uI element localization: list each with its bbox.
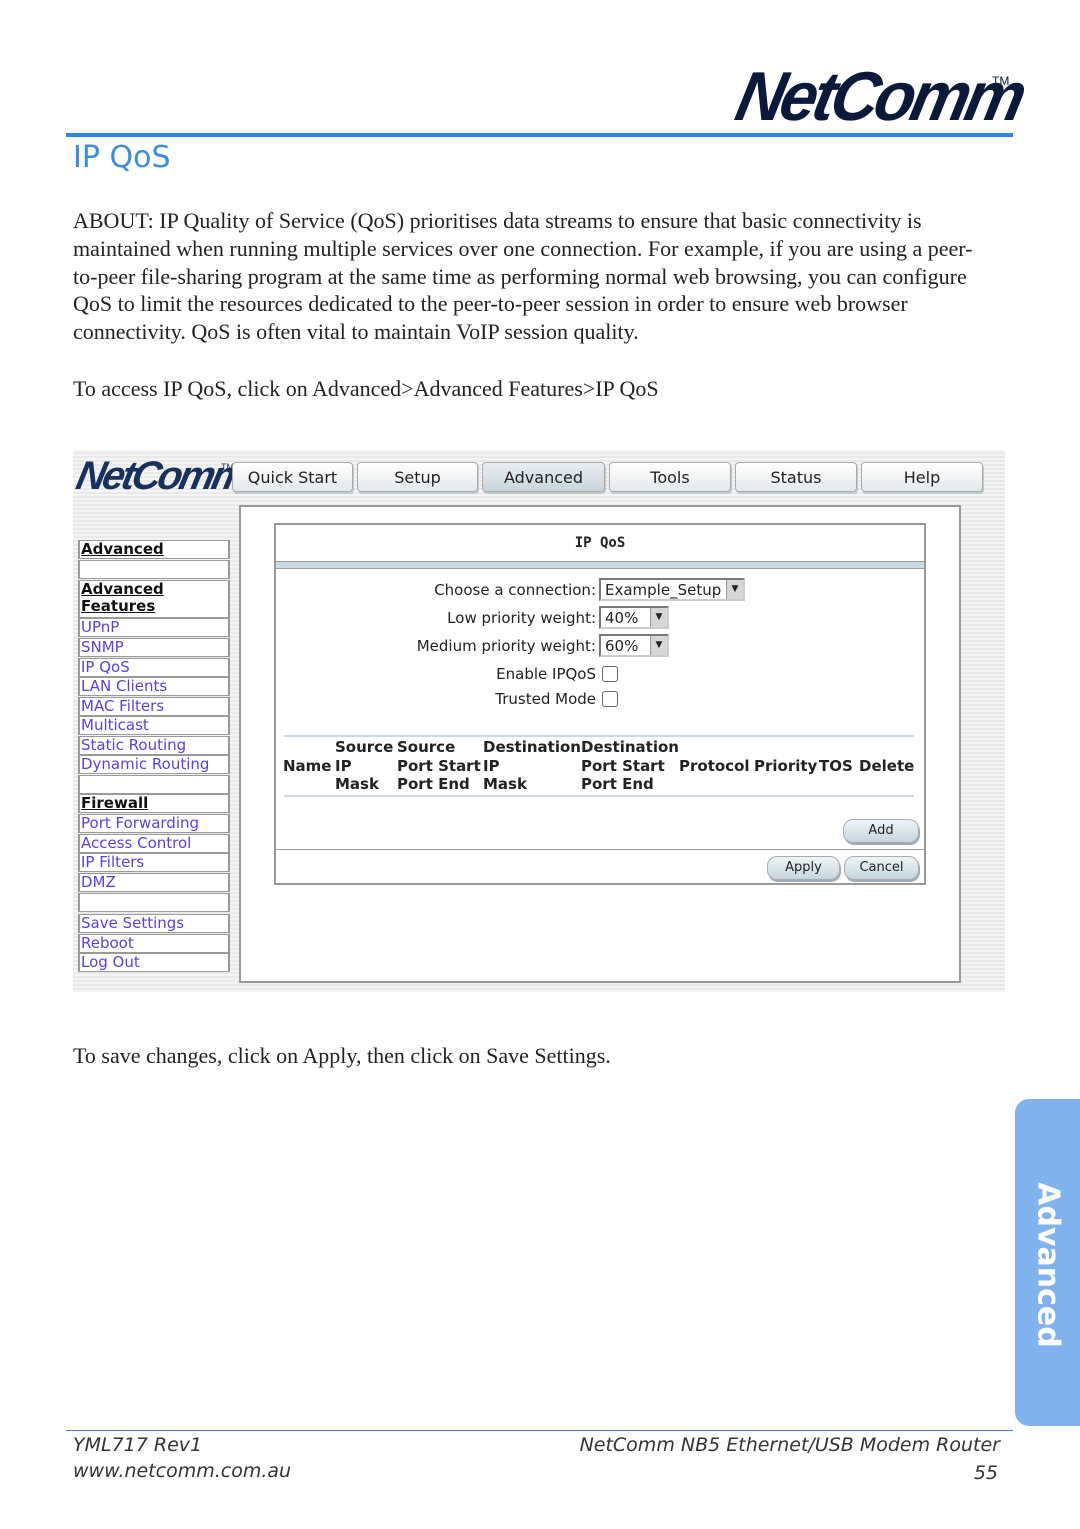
col-label: Mask <box>335 775 379 793</box>
sidebar-item-mac-filters[interactable]: MAC Filters <box>78 697 230 716</box>
header-rule <box>66 133 1013 137</box>
tab-tools[interactable]: Tools <box>609 462 731 492</box>
cancel-button[interactable]: Cancel <box>844 856 919 880</box>
add-button[interactable]: Add <box>843 819 919 843</box>
col-destination-port: Destination Port Start Port End <box>581 738 679 794</box>
col-label: Port End <box>581 775 654 793</box>
save-instructions: To save changes, click on Apply, then cl… <box>73 1043 611 1068</box>
footer-website: www.netcomm.com.au <box>73 1460 292 1482</box>
connection-value: Example_Setup <box>605 581 722 599</box>
sidebar-item-reboot[interactable]: Reboot <box>78 934 230 953</box>
sidebar-heading-firewall[interactable]: Firewall <box>78 794 230 813</box>
col-label: IP <box>483 756 500 775</box>
enable-ipqos-checkbox[interactable] <box>602 666 618 682</box>
sidebar-item-ip-qos[interactable]: IP QoS <box>78 658 230 677</box>
chevron-down-icon: ▼ <box>650 608 667 627</box>
footer-page-number: 55 <box>973 1462 998 1484</box>
sidebar-item-upnp[interactable]: UPnP <box>78 618 230 637</box>
sidebar-item-dmz[interactable]: DMZ <box>78 873 230 892</box>
trademark: TM <box>992 74 1010 88</box>
col-delete: Delete <box>859 757 915 775</box>
divider <box>284 795 914 797</box>
col-label: Mask <box>483 775 527 793</box>
low-priority-value: 40% <box>605 609 639 627</box>
connection-select[interactable]: Example_Setup ▼ <box>599 578 745 601</box>
access-instructions: To access IP QoS, click on Advanced>Adva… <box>73 376 659 401</box>
sidebar-item-ip-filters[interactable]: IP Filters <box>78 853 230 872</box>
sidebar-heading-advanced[interactable]: Advanced <box>78 540 230 559</box>
col-label: Port Start <box>397 756 481 775</box>
router-ui-screenshot: NetComm TM Quick Start Setup Advanced To… <box>72 450 1005 992</box>
col-priority: Priority <box>754 757 818 775</box>
router-logo: NetComm <box>72 454 250 498</box>
sidebar-item-snmp[interactable]: SNMP <box>78 638 230 657</box>
sidebar-item-access-control[interactable]: Access Control <box>78 834 230 853</box>
sidebar-spacer <box>78 893 230 912</box>
sidebar-item-dynamic-routing[interactable]: Dynamic Routing <box>78 755 230 774</box>
medium-priority-value: 60% <box>605 637 639 655</box>
tab-setup[interactable]: Setup <box>357 462 478 492</box>
tab-advanced[interactable]: Advanced <box>482 462 605 492</box>
low-priority-label: Low priority weight: <box>447 609 596 627</box>
footer-doc-id: YML717 Rev1 <box>73 1434 203 1456</box>
divider <box>276 849 924 850</box>
sidebar-item-save-settings[interactable]: Save Settings <box>78 914 230 933</box>
footer-rule <box>66 1430 1013 1431</box>
col-label: Destination <box>483 738 581 756</box>
chevron-down-icon: ▼ <box>726 580 743 599</box>
medium-priority-label: Medium priority weight: <box>416 637 596 655</box>
panel-title: IP QoS <box>574 535 626 551</box>
col-source-port: Source Port Start Port End <box>397 738 481 794</box>
sidebar-item-lan-clients[interactable]: LAN Clients <box>78 677 230 696</box>
manual-page: NetComm TM IP QoS ABOUT: IP Quality of S… <box>0 0 1080 1529</box>
tab-quick-start[interactable]: Quick Start <box>232 462 353 492</box>
col-destination-ip: Destination IP Mask <box>483 738 581 794</box>
col-label: Source <box>397 738 456 756</box>
medium-priority-select[interactable]: 60% ▼ <box>599 634 669 657</box>
panel-title-band <box>276 561 924 569</box>
enable-ipqos-label: Enable IPQoS <box>496 665 596 683</box>
apply-button[interactable]: Apply <box>767 856 840 880</box>
sidebar-item-log-out[interactable]: Log Out <box>78 953 230 972</box>
connection-label: Choose a connection: <box>434 581 596 599</box>
col-name: Name <box>283 757 332 775</box>
col-source-ip: Source IP Mask <box>335 738 393 794</box>
sidebar-spacer <box>78 775 230 794</box>
col-tos: TOS <box>819 757 853 775</box>
col-label: Source <box>335 738 394 756</box>
trusted-mode-label: Trusted Mode <box>495 690 596 708</box>
col-label: IP <box>335 756 352 775</box>
low-priority-select[interactable]: 40% ▼ <box>599 606 669 629</box>
sidebar-spacer <box>78 560 230 579</box>
sidebar-item-multicast[interactable]: Multicast <box>78 716 230 735</box>
sidebar-item-port-forwarding[interactable]: Port Forwarding <box>78 814 230 833</box>
about-paragraph: ABOUT: IP Quality of Service (QoS) prior… <box>73 208 973 345</box>
tab-help[interactable]: Help <box>861 462 983 492</box>
tab-status[interactable]: Status <box>735 462 857 492</box>
sidebar-item-static-routing[interactable]: Static Routing <box>78 736 230 755</box>
col-label: Destination <box>581 738 679 756</box>
col-protocol: Protocol <box>679 757 750 775</box>
netcomm-logo: NetComm <box>729 57 1030 135</box>
col-label: Port Start <box>581 756 665 775</box>
trusted-mode-checkbox[interactable] <box>602 691 618 707</box>
col-label: Port End <box>397 775 470 793</box>
footer-product: NetComm NB5 Ethernet/USB Modem Router <box>579 1434 1000 1456</box>
page-title: IP QoS <box>73 140 171 175</box>
divider <box>284 735 914 737</box>
sidebar-heading-advanced-features[interactable]: Advanced Features <box>78 580 230 618</box>
ip-qos-panel: IP QoS Choose a connection: Example_Setu… <box>274 523 926 885</box>
section-tab-label: Advanced <box>1030 1182 1066 1348</box>
chevron-down-icon: ▼ <box>650 636 667 655</box>
